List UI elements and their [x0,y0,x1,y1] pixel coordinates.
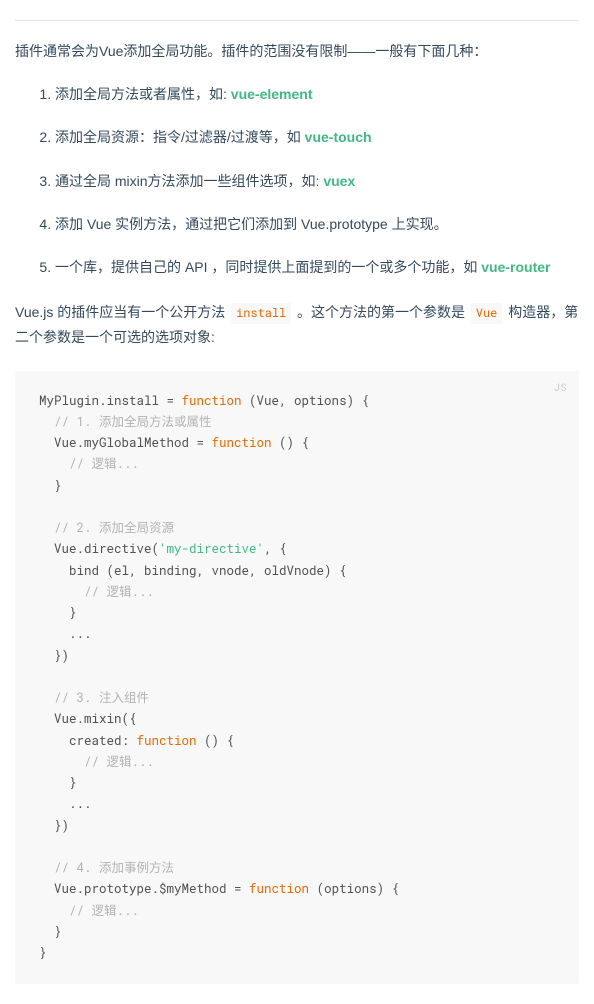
list-item: 添加全局资源：指令/过滤器/过渡等，如 vue-touch [55,125,579,150]
list-item-link[interactable]: vue-router [481,259,550,275]
code-content: MyPlugin.install = function (Vue, option… [39,391,555,965]
code-token: function [249,881,309,897]
feature-list: 添加全局方法或者属性，如: vue-element 添加全局资源：指令/过滤器/过… [15,82,579,280]
list-item-link[interactable]: vue-element [231,86,313,102]
list-item-text: 通过全局 mixin方法添加一些组件选项，如: [55,173,323,189]
install-code1: install [231,303,291,324]
install-description: Vue.js 的插件应当有一个公开方法 install 。这个方法的第一个参数是… [15,300,579,350]
code-token: // 1. 添加全局方法或属性 [54,414,212,430]
install-code2: Vue [471,303,502,324]
install-seg1: Vue.js 的插件应当有一个公开方法 [15,304,229,320]
code-token: // 2. 添加全局资源 [54,520,174,536]
list-item: 添加 Vue 实例方法，通过把它们添加到 Vue.prototype 上实现。 [55,212,579,237]
code-block: JS MyPlugin.install = function (Vue, opt… [15,371,579,985]
list-item-text: 一个库，提供自己的 API ，同时提供上面提到的一个或多个功能，如 [55,259,481,275]
code-language-label: JS [554,379,567,396]
code-token: function [212,435,272,451]
list-item-link[interactable]: vuex [323,173,355,189]
top-divider [15,20,579,21]
list-item: 通过全局 mixin方法添加一些组件选项，如: vuex [55,169,579,194]
list-item-text: 添加全局方法或者属性，如: [55,86,231,102]
code-token: // 逻辑... [69,456,139,472]
list-item-link[interactable]: vue-touch [305,129,372,145]
code-token: function [137,733,197,749]
list-item: 一个库，提供自己的 API ，同时提供上面提到的一个或多个功能，如 vue-ro… [55,255,579,280]
code-token: function [182,393,242,409]
install-seg2: 。这个方法的第一个参数是 [293,304,469,320]
code-token: // 逻辑... [84,584,154,600]
list-item-text: 添加全局资源：指令/过滤器/过渡等，如 [55,129,305,145]
code-token: // 逻辑... [69,903,139,919]
list-item-text: 添加 Vue 实例方法，通过把它们添加到 Vue.prototype 上实现。 [55,216,448,232]
code-token: // 3. 注入组件 [54,690,149,706]
code-token: 'my-directive' [159,541,264,557]
list-item: 添加全局方法或者属性，如: vue-element [55,82,579,107]
intro-paragraph: 插件通常会为Vue添加全局功能。插件的范围没有限制——一般有下面几种： [15,39,579,64]
code-token: // 4. 添加事例方法 [54,860,174,876]
code-token: // 逻辑... [84,754,154,770]
